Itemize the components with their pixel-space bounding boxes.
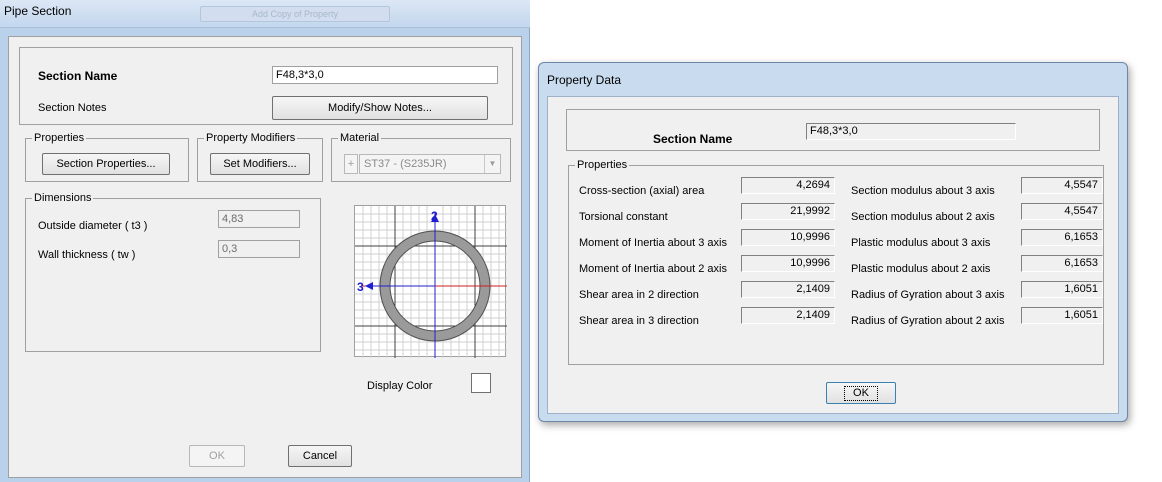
pd-right-label-0: Section modulus about 3 axis [851,185,995,197]
dimensions-group-label: Dimensions [32,192,94,204]
pd-right-value-4: 1,6051 [1021,281,1103,298]
pd-left-label-5: Shear area in 3 direction [579,315,699,327]
pd-right-label-1: Section modulus about 2 axis [851,211,995,223]
material-group-label: Material [338,132,382,144]
pd-left-value-3: 10,9996 [741,255,835,272]
ok-button[interactable]: OK [189,445,245,467]
pd-right-value-1: 4,5547 [1021,203,1103,220]
material-select-value: ST37 - (S235JR) [364,158,447,170]
axis-3-label: 3 [357,280,364,294]
pd-right-label-4: Radius of Gyration about 3 axis [851,289,1005,301]
pd-section-name-label: Section Name [653,132,733,146]
pipe-section-body: Section Name F48,3*3,0 Section Notes Mod… [8,36,522,478]
property-data-window: Property Data Section Name F48,3*3,0 Pro… [538,62,1128,422]
property-modifiers-group-label: Property Modifiers [204,132,298,144]
pd-left-label-2: Moment of Inertia about 3 axis [579,237,727,249]
pd-right-label-3: Plastic modulus about 2 axis [851,263,991,275]
pd-section-name-value: F48,3*3,0 [806,123,1016,140]
property-data-body: Section Name F48,3*3,0 Properties Cross-… [547,96,1119,414]
pd-left-label-1: Torsional constant [579,211,668,223]
pipe-section-drawing: 2 3 [355,206,507,358]
pd-left-label-3: Moment of Inertia about 2 axis [579,263,727,275]
pd-properties-group-label: Properties [575,159,630,171]
outside-diameter-input[interactable]: 4,83 [218,210,300,228]
wall-thickness-input[interactable]: 0,3 [218,240,300,258]
pd-right-value-5: 1,6051 [1021,307,1103,324]
background-window-tab-text: Add Copy of Property [251,9,339,19]
pipe-section-window: Pipe Section Add Copy of Property Sectio… [0,0,530,482]
pd-right-value-2: 6,1653 [1021,229,1103,246]
pd-left-value-5: 2,1409 [741,307,835,324]
pd-left-value-0: 4,2694 [741,177,835,194]
pipe-section-titlebar[interactable]: Pipe Section Add Copy of Property [0,0,530,28]
properties-group-label: Properties [32,132,87,144]
pd-right-label-5: Radius of Gyration about 2 axis [851,315,1005,327]
modify-show-notes-button[interactable]: Modify/Show Notes... [272,96,488,120]
section-name-panel: Section Name F48,3*3,0 Section Notes Mod… [19,47,513,125]
pd-ok-button-label: OK [844,385,878,401]
section-properties-button[interactable]: Section Properties... [42,153,170,175]
display-color-swatch[interactable] [471,373,491,393]
material-group: Material + ST37 - (S235JR) ▼ [331,132,511,182]
pd-left-value-2: 10,9996 [741,229,835,246]
add-material-button[interactable]: + [344,154,358,174]
outside-diameter-label: Outside diameter ( t3 ) [38,220,148,232]
section-notes-label: Section Notes [38,102,107,114]
pd-properties-group: Properties Cross-section (axial) area 4,… [568,159,1104,365]
background-window-tab[interactable]: Add Copy of Property [200,6,390,22]
pipe-section-title: Pipe Section [4,4,72,18]
display-color-label: Display Color [367,380,433,392]
pd-left-label-0: Cross-section (axial) area [579,185,705,197]
pd-left-value-4: 2,1409 [741,281,835,298]
pd-ok-button[interactable]: OK [826,382,896,404]
pd-left-value-1: 21,9992 [741,203,835,220]
cancel-button[interactable]: Cancel [288,445,352,467]
pd-right-value-3: 6,1653 [1021,255,1103,272]
axis-3-arrowhead [365,282,373,290]
property-modifiers-group: Property Modifiers Set Modifiers... [197,132,323,182]
material-select[interactable]: ST37 - (S235JR) ▼ [359,154,501,174]
pd-right-label-2: Plastic modulus about 3 axis [851,237,991,249]
pd-left-label-4: Shear area in 2 direction [579,289,699,301]
properties-group: Properties Section Properties... [25,132,189,182]
dimensions-group: Dimensions Outside diameter ( t3 ) 4,83 … [25,192,321,352]
section-name-label: Section Name [38,69,118,83]
axis-2-label: 2 [431,209,438,223]
pd-right-value-0: 4,5547 [1021,177,1103,194]
chevron-down-icon[interactable]: ▼ [484,155,500,173]
section-name-input[interactable]: F48,3*3,0 [272,66,498,84]
property-data-title: Property Data [547,73,622,87]
set-modifiers-button[interactable]: Set Modifiers... [210,153,310,175]
section-preview: 2 3 [354,205,507,358]
wall-thickness-label: Wall thickness ( tw ) [38,249,136,261]
